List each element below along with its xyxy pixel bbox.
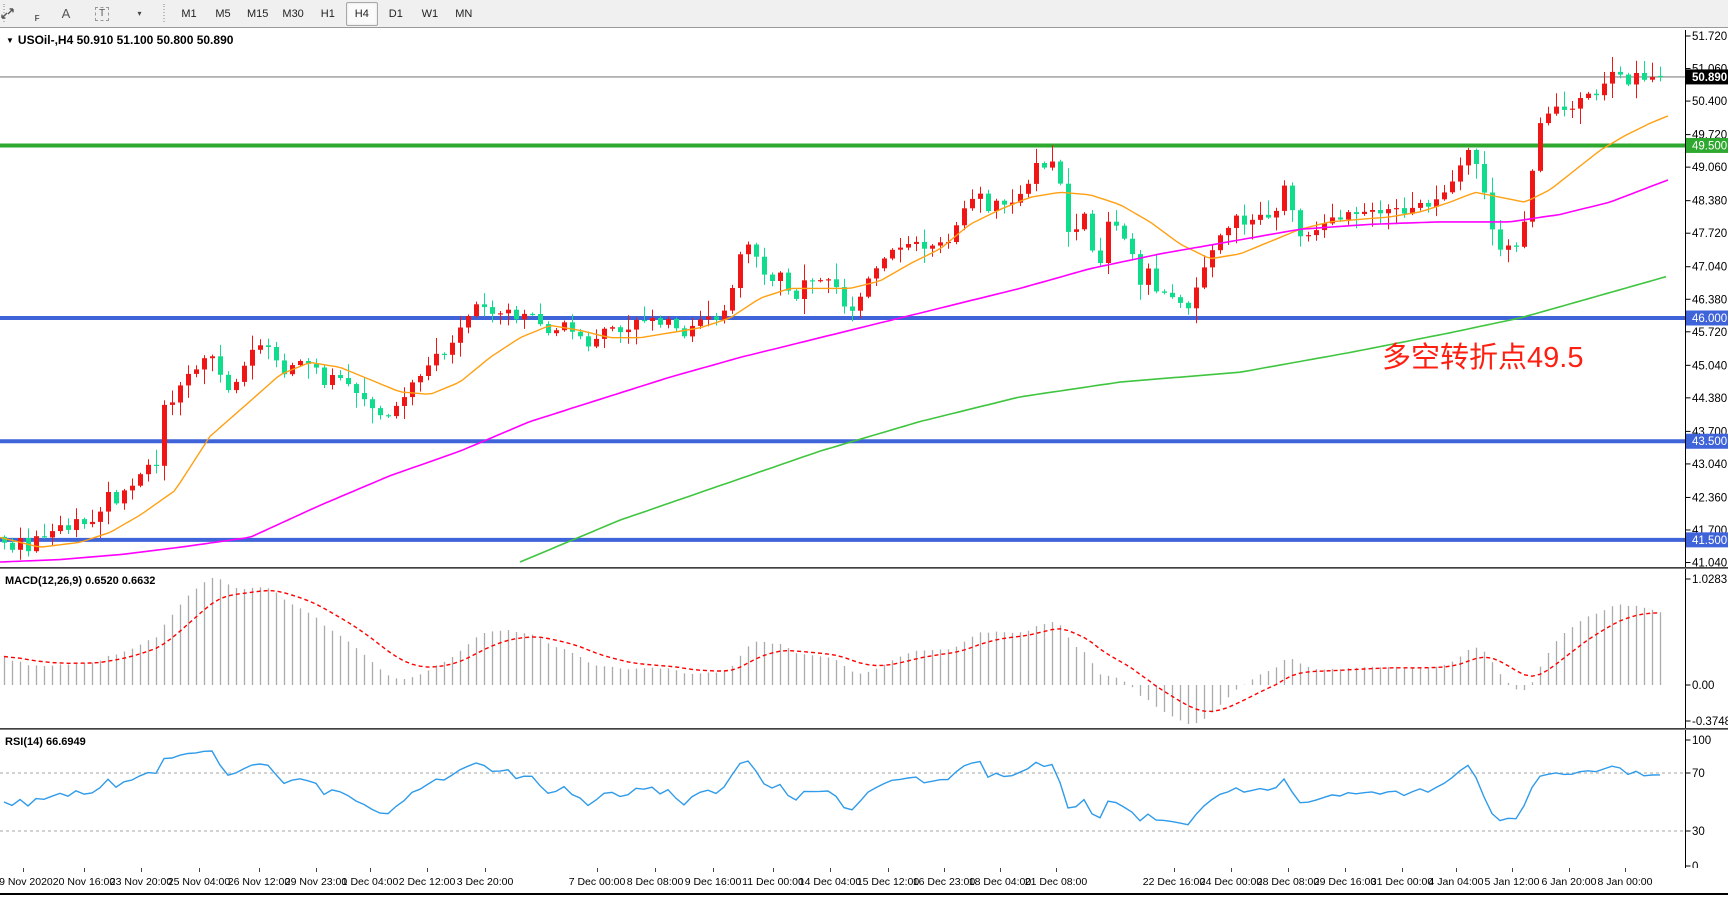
collapse-triangle-icon[interactable]: ▼: [6, 36, 14, 45]
time-axis-tick: [773, 868, 774, 872]
svg-text:49.500: 49.500: [1692, 140, 1727, 152]
time-axis-label: 21 Dec 08:00: [1025, 876, 1087, 888]
time-axis-tick: [1345, 868, 1346, 872]
time-axis-tick: [485, 868, 486, 872]
rsi-indicator-label: RSI(14) 66.6949: [5, 736, 86, 748]
time-axis-label: 9 Dec 16:00: [685, 876, 742, 888]
time-axis-label: 31 Dec 00:00: [1371, 876, 1433, 888]
time-axis-tick: [1288, 868, 1289, 872]
svg-text:1.0283: 1.0283: [1692, 574, 1727, 586]
rsi-panel[interactable]: 100 70 30 0: [0, 730, 1728, 868]
svg-text:30: 30: [1692, 826, 1705, 838]
svg-text:44.380: 44.380: [1692, 393, 1727, 405]
time-axis-tick: [944, 868, 945, 872]
svg-text:50.400: 50.400: [1692, 96, 1727, 108]
time-axis-label: 8 Jan 00:00: [1598, 876, 1653, 888]
svg-text:46.380: 46.380: [1692, 294, 1727, 306]
time-axis-label: 19 Nov 2020: [0, 876, 53, 888]
svg-text:0: 0: [1692, 861, 1698, 868]
svg-text:41.500: 41.500: [1692, 535, 1727, 547]
svg-text:48.380: 48.380: [1692, 196, 1727, 208]
time-axis-tick: [141, 868, 142, 872]
time-axis-tick: [830, 868, 831, 872]
svg-text:-0.3748: -0.3748: [1692, 716, 1728, 728]
time-axis-tick: [888, 868, 889, 872]
svg-text:51.720: 51.720: [1692, 31, 1727, 43]
time-axis-label: 25 Nov 04:00: [168, 876, 230, 888]
time-axis-tick: [1456, 868, 1457, 872]
time-axis-label: 24 Dec 00:00: [1200, 876, 1262, 888]
macd-panel[interactable]: 1.0283 0.00 -0.3748: [0, 569, 1728, 728]
time-axis-tick: [199, 868, 200, 872]
time-axis-label: 16 Dec 23:00: [913, 876, 975, 888]
chart-text-annotation[interactable]: 多空转折点49.5: [1382, 334, 1583, 376]
time-axis-tick: [316, 868, 317, 872]
main-price-chart[interactable]: 51.72051.06050.40049.72049.06048.38047.7…: [0, 0, 1728, 569]
svg-text:46.000: 46.000: [1692, 313, 1727, 325]
time-axis-label: 22 Dec 16:00: [1143, 876, 1205, 888]
time-axis-tick: [1402, 868, 1403, 872]
time-axis-label: 14 Dec 04:00: [799, 876, 861, 888]
time-axis-label: 11 Dec 00:00: [742, 876, 804, 888]
time-axis-label: 28 Dec 08:00: [1257, 876, 1319, 888]
time-axis-tick: [655, 868, 656, 872]
time-axis-tick: [1231, 868, 1232, 872]
time-axis-label: 6 Jan 20:00: [1542, 876, 1597, 888]
svg-text:43.040: 43.040: [1692, 459, 1727, 471]
svg-text:0.00: 0.00: [1692, 680, 1714, 692]
macd-indicator-label: MACD(12,26,9) 0.6520 0.6632: [5, 575, 155, 587]
time-axis-tick: [1174, 868, 1175, 872]
time-axis[interactable]: 19 Nov 202020 Nov 16:0023 Nov 20:0025 No…: [0, 868, 1728, 895]
time-axis-tick: [84, 868, 85, 872]
time-axis-label: 4 Jan 04:00: [1429, 876, 1484, 888]
svg-text:45.040: 45.040: [1692, 360, 1727, 372]
svg-text:47.040: 47.040: [1692, 262, 1727, 274]
time-axis-label: 5 Jan 12:00: [1485, 876, 1540, 888]
time-axis-tick: [23, 868, 24, 872]
time-axis-tick: [1625, 868, 1626, 872]
time-axis-tick: [427, 868, 428, 872]
time-axis-tick: [1056, 868, 1057, 872]
svg-text:43.500: 43.500: [1692, 436, 1727, 448]
time-axis-label: 3 Dec 20:00: [457, 876, 514, 888]
svg-text:47.720: 47.720: [1692, 228, 1727, 240]
time-axis-label: 2 Dec 12:00: [399, 876, 456, 888]
time-axis-tick: [597, 868, 598, 872]
svg-text:49.060: 49.060: [1692, 162, 1727, 174]
time-axis-label: 29 Dec 16:00: [1314, 876, 1376, 888]
svg-text:42.360: 42.360: [1692, 492, 1727, 504]
time-axis-tick: [1512, 868, 1513, 872]
time-axis-label: 23 Nov 20:00: [110, 876, 172, 888]
time-axis-tick: [370, 868, 371, 872]
chart-symbol-title: ▼ USOil-,H4 50.910 51.100 50.800 50.890: [6, 33, 233, 47]
symbol-ohlc-text: USOil-,H4 50.910 51.100 50.800 50.890: [18, 33, 234, 47]
svg-text:45.720: 45.720: [1692, 327, 1727, 339]
time-axis-label: 7 Dec 00:00: [569, 876, 626, 888]
time-axis-label: 1 Dec 04:00: [342, 876, 399, 888]
time-axis-label: 15 Dec 12:00: [857, 876, 919, 888]
svg-text:100: 100: [1692, 735, 1711, 747]
time-axis-tick: [713, 868, 714, 872]
svg-text:50.890: 50.890: [1692, 72, 1727, 84]
mt4-chart-window: F A T ▾ M1M5M15M30H1H4D1W1MN ▼USOil-,H4 …: [0, 0, 1728, 901]
time-axis-label: 18 Dec 04:00: [969, 876, 1031, 888]
time-axis-label: 29 Nov 23:00: [285, 876, 347, 888]
svg-text:70: 70: [1692, 768, 1705, 780]
time-axis-label: 26 Nov 12:00: [228, 876, 290, 888]
time-axis-label: 20 Nov 16:00: [53, 876, 115, 888]
time-axis-tick: [259, 868, 260, 872]
time-axis-tick: [1569, 868, 1570, 872]
time-axis-label: 8 Dec 08:00: [627, 876, 684, 888]
time-axis-tick: [1000, 868, 1001, 872]
